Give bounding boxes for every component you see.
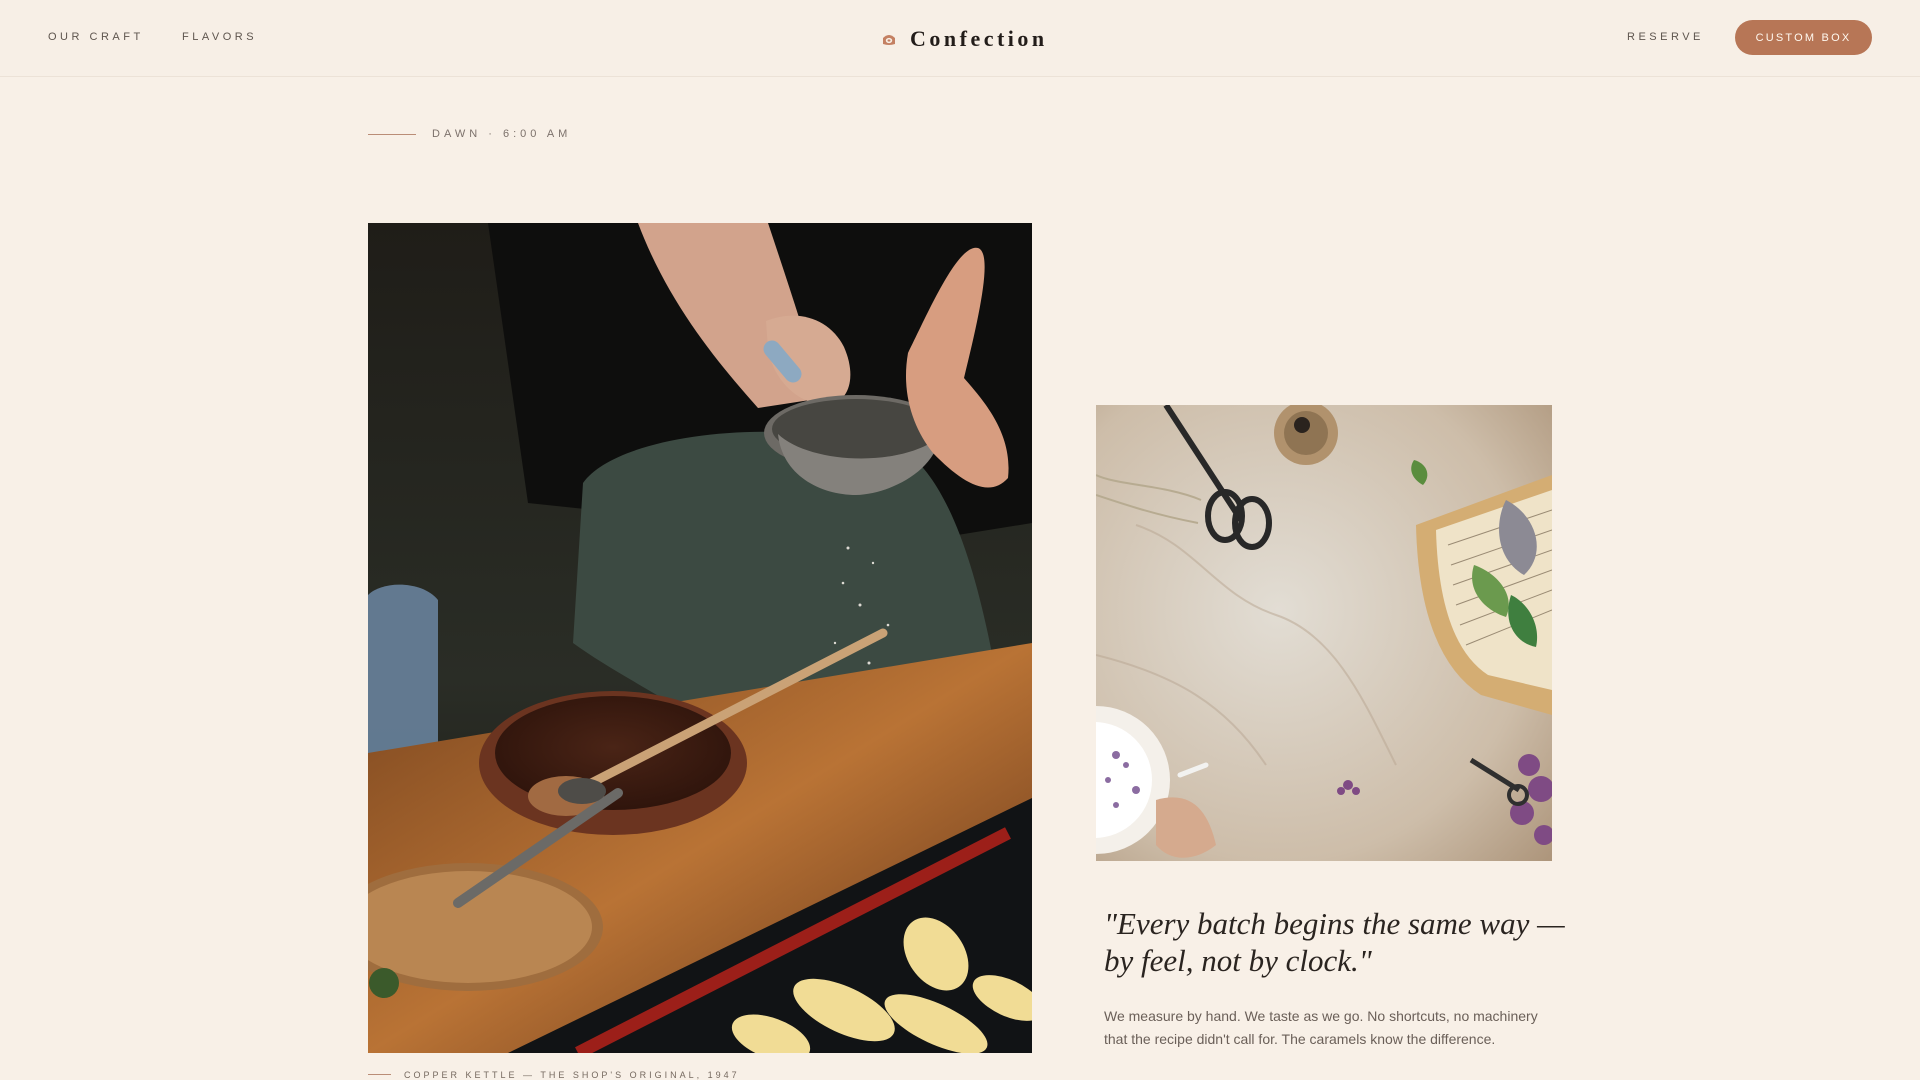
brand-name: Confection [910,26,1048,51]
brand-logo[interactable]: Confection [880,24,1048,54]
caption-rule [368,1074,391,1075]
nav-flavors[interactable]: FLAVORS [182,31,257,43]
pull-quote: "Every batch begins the same way — by fe… [1104,906,1565,978]
nav-our-craft[interactable]: OUR CRAFT [48,31,144,43]
timestamp-rule [368,134,416,135]
hero-photo [368,223,1032,1053]
nav-reserve[interactable]: RESERVE [1627,31,1704,43]
body-copy: We measure by hand. We taste as we go. N… [1104,1008,1538,1047]
photo-caption: COPPER KETTLE — THE SHOP'S ORIGINAL, 194… [404,1070,740,1080]
copper-pot-icon [880,30,898,48]
side-photo [1096,405,1552,861]
timestamp-label: DAWN · 6:00 AM [432,128,572,140]
custom-box-button[interactable]: CUSTOM BOX [1735,20,1872,55]
site-header: OUR CRAFT FLAVORS Confection RESERVE CUS… [0,0,1920,77]
